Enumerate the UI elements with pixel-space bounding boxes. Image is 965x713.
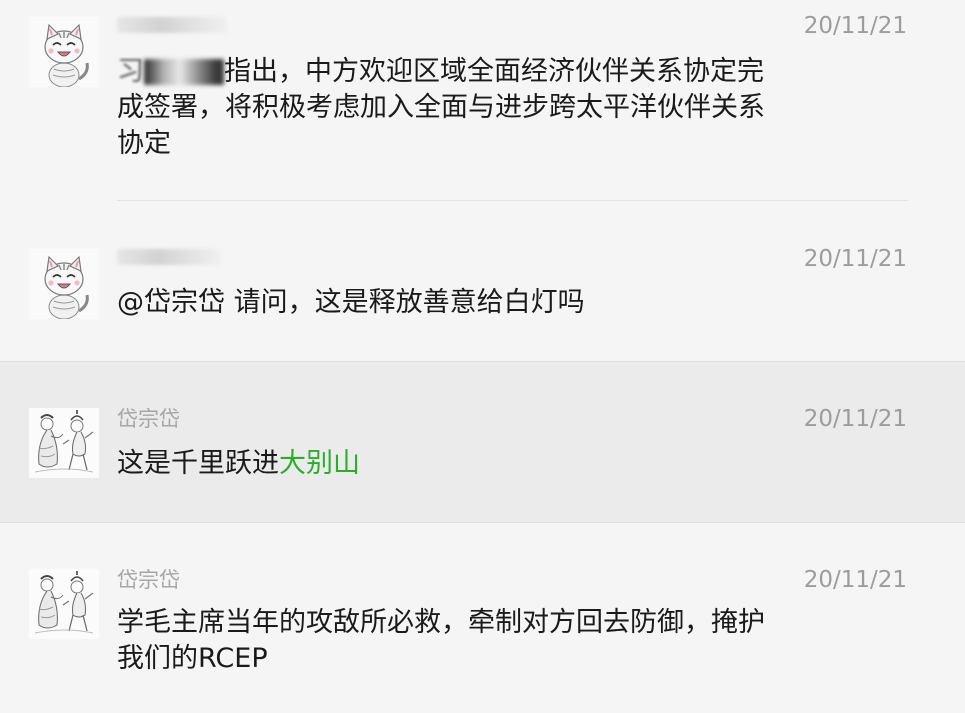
message-time: 20/11/21 (803, 406, 907, 432)
message-time: 20/11/21 (803, 567, 907, 593)
cat-avatar-icon (29, 249, 99, 319)
highlighted-keyword[interactable]: 大别山 (279, 448, 360, 479)
avatar[interactable] (29, 249, 99, 319)
message-item[interactable]: 20/11/21 习指出，中方欢迎区域全面经济伙伴关系协定完成签署，将积极考虑加… (0, 0, 965, 201)
sender-name-redacted (117, 17, 227, 33)
avatar[interactable] (29, 17, 99, 87)
message-text: @岱宗岱 请问，这是释放善意给白灯吗 (117, 287, 585, 318)
cat-avatar-icon (29, 17, 99, 87)
message-text: 这是千里跃进大别山 (117, 446, 777, 482)
sender-name: 岱宗岱 (117, 407, 180, 431)
sender-name: 岱宗岱 (117, 568, 180, 592)
sketch-avatar-icon (29, 408, 99, 478)
message-item[interactable]: 岱宗岱 20/11/21 学毛主席当年的攻敌所必救，牵制对方回去防御，掩护我们的… (0, 523, 965, 713)
message-time: 20/11/21 (803, 246, 907, 272)
message-text: 学毛主席当年的攻敌所必救，牵制对方回去防御，掩护我们的RCEP (117, 607, 765, 674)
message-item-highlighted[interactable]: 岱宗岱 20/11/21 这是千里跃进大别山 (0, 362, 965, 522)
redacted-lead: 习 (117, 56, 144, 87)
message-item[interactable]: 20/11/21 @岱宗岱 请问，这是释放善意给白灯吗 (0, 201, 965, 362)
sender-name-redacted (117, 249, 221, 265)
message-text: 习指出，中方欢迎区域全面经济伙伴关系协定完成签署，将积极考虑加入全面与进步跨太平… (117, 54, 777, 162)
redacted-block (144, 59, 224, 85)
avatar[interactable] (29, 569, 99, 639)
message-body: 这是千里跃进 (117, 448, 279, 479)
avatar[interactable] (29, 408, 99, 478)
sketch-avatar-icon (29, 569, 99, 639)
message-time: 20/11/21 (803, 13, 907, 39)
